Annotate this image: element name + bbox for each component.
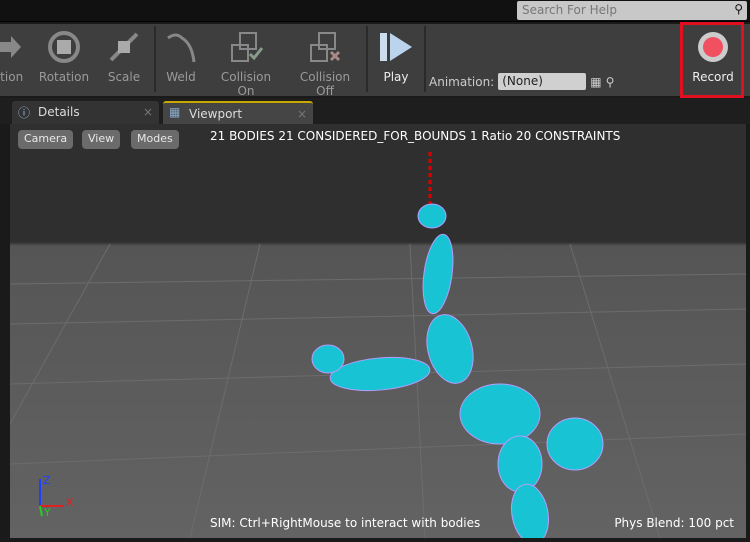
tab-viewport[interactable]: ▦ Viewport × <box>163 101 313 124</box>
separator <box>366 26 368 92</box>
grid-icon[interactable]: ▦ <box>590 75 601 89</box>
axis-y-label: Y <box>44 506 51 519</box>
tab-label: Viewport <box>189 107 243 121</box>
collision-off-label: Collision Off <box>299 70 351 98</box>
modes-button[interactable]: Modes <box>131 130 179 149</box>
search-icon[interactable]: ⚲ <box>606 75 615 89</box>
tab-label: Details <box>38 105 80 119</box>
collision-on-icon <box>212 24 280 70</box>
rotation-icon <box>38 24 90 70</box>
title-bar: Search For Help ⚲ <box>0 0 750 22</box>
play-label: Play <box>383 70 409 84</box>
phys-blend: Phys Blend: 100 pct <box>614 516 734 530</box>
physics-stats: 21 BODIES 21 CONSIDERED_FOR_BOUNDS 1 Rat… <box>210 129 621 143</box>
collision-on-button[interactable]: Collision On <box>212 24 280 98</box>
close-icon[interactable]: × <box>297 107 307 121</box>
translation-button[interactable]: ation <box>0 24 26 96</box>
translation-label: ation <box>0 70 24 84</box>
search-help-input[interactable]: Search For Help ⚲ <box>517 1 747 20</box>
collision-on-label: Collision On <box>220 70 272 98</box>
animation-selector: Animation: (None) ▦ ⚲ <box>429 73 614 90</box>
scale-icon <box>104 24 144 70</box>
collision-off-button[interactable]: Collision Off <box>290 24 360 98</box>
search-placeholder: Search For Help <box>522 3 617 17</box>
rotation-button[interactable]: Rotation <box>38 24 90 96</box>
axis-z-label: Z <box>43 474 51 487</box>
separator <box>424 26 426 92</box>
weld-icon <box>160 24 202 70</box>
animation-dropdown[interactable]: (None) <box>498 73 587 90</box>
weld-button[interactable]: Weld <box>160 24 202 96</box>
camera-button[interactable]: Camera <box>18 130 74 149</box>
toolbar: ation Rotation Scale Weld Collision On C… <box>0 24 750 98</box>
collision-off-icon <box>290 24 360 70</box>
axis-x-label: X <box>66 496 74 509</box>
search-icon[interactable]: ⚲ <box>734 2 743 16</box>
close-icon[interactable]: × <box>143 105 153 119</box>
scale-label: Scale <box>107 70 141 84</box>
rotation-label: Rotation <box>38 70 90 84</box>
weld-label: Weld <box>166 70 196 84</box>
animation-label: Animation: <box>429 74 495 89</box>
viewport[interactable]: Camera View Modes 21 BODIES 21 CONSIDERE… <box>10 124 746 538</box>
scene <box>10 152 746 538</box>
sim-hint: SIM: Ctrl+RightMouse to interact with bo… <box>210 516 481 530</box>
scale-button[interactable]: Scale <box>104 24 144 96</box>
info-icon: ⓘ <box>18 106 31 120</box>
ragdoll <box>311 203 604 538</box>
play-icon <box>374 24 418 70</box>
play-button[interactable]: Play <box>374 24 418 96</box>
translate-icon <box>0 24 26 70</box>
tab-details[interactable]: ⓘ Details × <box>12 101 159 124</box>
floor-grid <box>10 243 746 538</box>
viewport-icon: ▦ <box>169 105 181 119</box>
separator <box>154 26 156 92</box>
view-button[interactable]: View <box>82 130 121 149</box>
record-highlight <box>680 22 744 98</box>
tab-bar: ⓘ Details × ▦ Viewport × <box>0 98 750 124</box>
